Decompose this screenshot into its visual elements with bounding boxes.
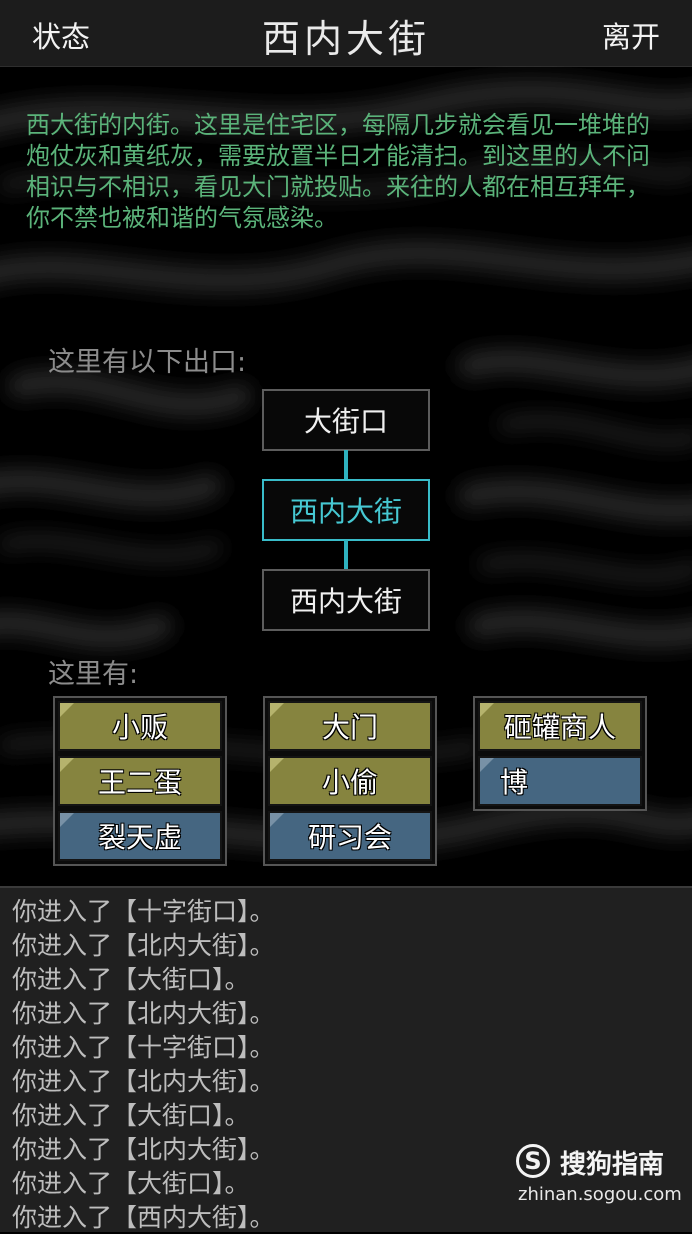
corner-mark [60, 813, 74, 827]
npc-column: 大门 小偷 研习会 [263, 696, 437, 866]
log-line: 你进入了【十字街口】。 [12, 1033, 275, 1062]
corner-mark [270, 813, 284, 827]
exit-connector [344, 540, 348, 570]
sogou-logo-icon: S [516, 1144, 550, 1178]
npc-column: 小贩 王二蛋 裂天虚 [53, 696, 227, 866]
sogou-watermark: S 搜狗指南 zhinan.sogou.com [514, 1142, 684, 1212]
npc-button[interactable]: 小贩 [58, 701, 222, 751]
npc-name: 裂天虚 [97, 821, 182, 854]
watermark-url: zhinan.sogou.com [518, 1184, 682, 1205]
npc-button[interactable]: 裂天虚 [58, 811, 222, 861]
log-line: 你进入了【大街口】。 [12, 1101, 250, 1130]
npc-button[interactable]: 博 [478, 756, 642, 806]
corner-mark [60, 703, 74, 717]
watermark-name: 搜狗指南 [560, 1150, 665, 1180]
corner-mark [480, 758, 494, 772]
npc-button[interactable]: 砸罐商人 [478, 701, 642, 751]
npc-name: 小偷 [321, 766, 378, 799]
log-line: 你进入了【北内大街】。 [12, 1135, 275, 1164]
log-line: 你进入了【十字街口】。 [12, 897, 275, 926]
npc-name: 大门 [321, 711, 378, 744]
log-line: 你进入了【西内大街】。 [12, 1203, 275, 1232]
corner-mark [480, 703, 494, 717]
npc-name: 博 [500, 766, 529, 799]
log-line: 你进入了【大街口】。 [12, 1169, 250, 1198]
npc-name: 研习会 [307, 821, 392, 854]
log-line: 你进入了【北内大街】。 [12, 999, 275, 1028]
npc-button[interactable]: 小偷 [268, 756, 432, 806]
log-line: 你进入了【北内大街】。 [12, 931, 275, 960]
exit-south[interactable]: 西内大街 [262, 569, 430, 631]
npc-name: 王二蛋 [97, 766, 182, 799]
exit-current-location: 西内大街 [262, 479, 430, 541]
npc-button[interactable]: 大门 [268, 701, 432, 751]
npc-column: 砸罐商人 博 [473, 696, 647, 811]
npc-button[interactable]: 王二蛋 [58, 756, 222, 806]
corner-mark [270, 703, 284, 717]
location-description: 西大街的内街。这里是住宅区，每隔几步就会看见一堆堆的炮仗灰和黄纸灰，需要放置半日… [26, 111, 650, 232]
leave-button[interactable]: 离开 [602, 14, 660, 56]
exits-label: 这里有以下出口: [48, 347, 247, 378]
exit-north[interactable]: 大街口 [262, 389, 430, 451]
corner-mark [270, 758, 284, 772]
location-title: 西内大街 [261, 17, 430, 61]
log-line: 你进入了【大街口】。 [12, 965, 250, 994]
npc-button[interactable]: 研习会 [268, 811, 432, 861]
exit-connector [344, 450, 348, 480]
npc-name: 小贩 [111, 711, 168, 744]
log-line: 你进入了【北内大街】。 [12, 1067, 275, 1096]
top-bar: 状态 西内大街 离开 [0, 0, 692, 67]
npc-name: 砸罐商人 [503, 711, 616, 744]
present-label: 这里有: [48, 659, 139, 690]
corner-mark [60, 758, 74, 772]
